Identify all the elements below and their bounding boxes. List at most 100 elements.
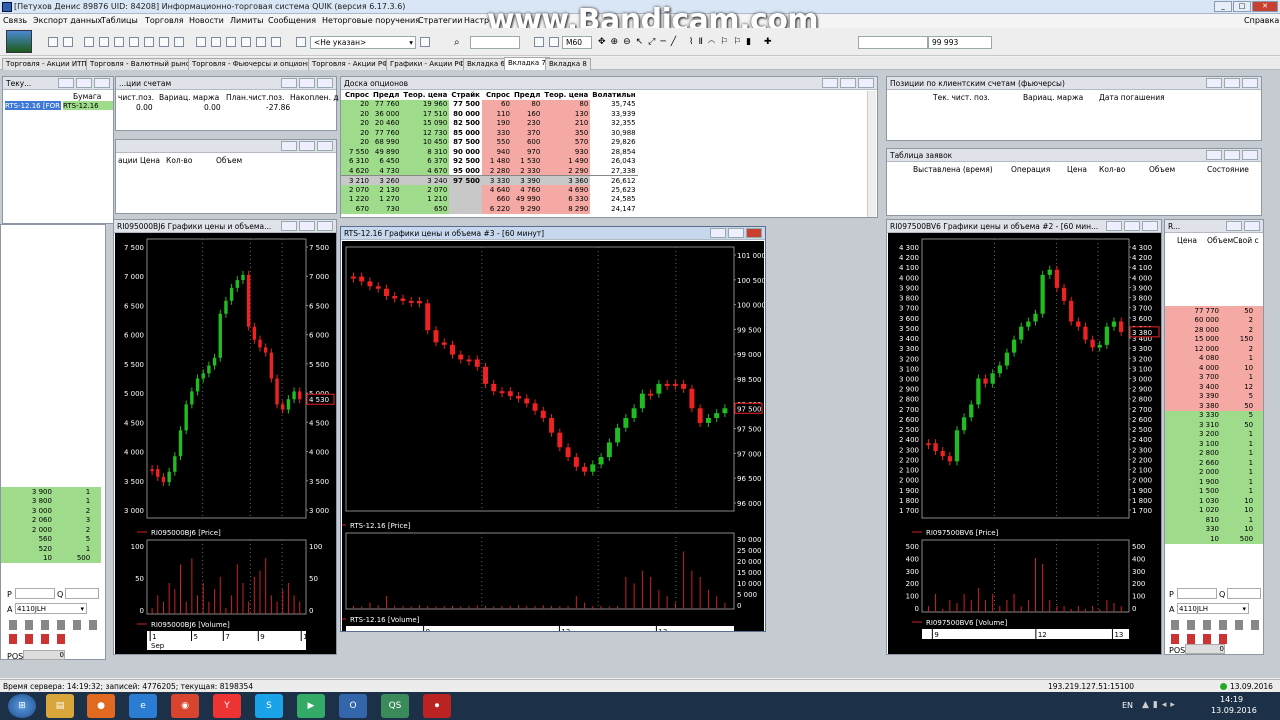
orderbook-row[interactable]: 3 200 1 [1165, 429, 1263, 439]
menu-item[interactable]: Настр [464, 16, 489, 25]
orderbook-row[interactable]: 2 800 1 [1165, 448, 1263, 458]
toolbar-icon[interactable] [241, 37, 251, 47]
search-input[interactable] [470, 36, 520, 49]
opera-icon[interactable]: O [339, 694, 367, 718]
orderbook-row[interactable]: 2 060 3 [1, 515, 101, 525]
toolbar-icon[interactable] [48, 37, 58, 47]
menu-item[interactable]: Стратегии [418, 16, 462, 25]
toolbar-icon[interactable] [99, 37, 109, 47]
explorer-icon[interactable]: ▤ [46, 694, 74, 718]
price-field[interactable] [858, 36, 928, 49]
option-board-panel[interactable]: Доска опционов Спрос Предл Теор. цена Страй… [340, 76, 878, 218]
chart-panel-left[interactable]: RI095000BJ6 Графики цены и объема... 7 5… [113, 219, 337, 655]
internet-explorer-icon[interactable]: e [129, 694, 157, 718]
menu-item[interactable]: Связь [3, 16, 27, 25]
toolbar-icon[interactable] [256, 37, 266, 47]
account-select[interactable]: 4110JLH ▾ [1177, 603, 1249, 614]
orderbook-row[interactable]: 1 900 1 [1165, 477, 1263, 487]
tab[interactable]: Торговля - Акции ИТП [2, 58, 91, 70]
action-buttons[interactable] [9, 620, 99, 630]
interval-combo[interactable]: M60 [562, 36, 592, 49]
orderbook-row[interactable]: 3 310 50 [1165, 420, 1263, 430]
left-orderbook-panel[interactable]: 3 900 1 3 800 1 3 000 2 2 060 3 2 000 2 560 5 520 1 10… [0, 224, 106, 661]
firefox-icon[interactable]: ● [87, 694, 115, 718]
chart-panel-center[interactable]: RTS-12.16 Графики цены и объема #3 - [60… [336, 226, 766, 636]
table-row[interactable]: 20 68 990 10 450 87 500 550 600 570 29,826 [341, 137, 638, 147]
help-menu[interactable]: Справка [1244, 16, 1279, 25]
tab-active[interactable]: Вкладка 7 [504, 57, 550, 70]
table-row[interactable]: 3 210 3 260 3 240 97 500 3 330 3 390 3 360 26,6… [341, 175, 638, 185]
toolbar-icon[interactable] [159, 37, 169, 47]
skype-icon[interactable]: S [255, 694, 283, 718]
toolbar-icon[interactable] [549, 37, 559, 47]
current-positions-panel[interactable]: Теку... Бумага RTS-12.16 [FOR RTS-12.16 [2, 76, 114, 224]
tab[interactable]: Вкладка 6 [463, 58, 509, 70]
toolbar-icon[interactable] [114, 37, 124, 47]
toolbar-icon[interactable] [534, 37, 544, 47]
table-row[interactable]: 20 77 760 12 730 85 000 330 370 350 30,988 [341, 128, 638, 138]
tab[interactable]: Торговля - Фьючерсы и опционы [188, 58, 317, 70]
orderbook-row[interactable]: 4 080 1 [1165, 353, 1263, 363]
tab[interactable]: Вкладка 8 [545, 58, 591, 70]
orderbook-row[interactable]: 3 700 1 [1165, 372, 1263, 382]
buy-sell-icons[interactable] [1171, 634, 1231, 644]
toolbar-icon[interactable] [420, 37, 430, 47]
value-field[interactable]: 99 993 [928, 36, 992, 49]
orderbook-row[interactable]: 15 000 150 [1165, 334, 1263, 344]
tab[interactable]: Торговля - Акции РФ [308, 58, 393, 70]
tray-icons[interactable]: ▲▮◂▸ [1142, 700, 1179, 710]
orderbook-row[interactable]: 520 1 [1, 544, 101, 554]
orderbook-row[interactable]: 12 000 2 [1165, 344, 1263, 354]
orderbook-row[interactable]: 10 500 [1165, 534, 1263, 544]
table-row[interactable]: 2 070 2 130 2 070 4 640 4 760 4 690 25,623 [341, 185, 638, 195]
toolbar-icon[interactable] [174, 37, 184, 47]
toolbar-icon[interactable] [84, 37, 94, 47]
orderbook-row[interactable]: 3 800 1 [1, 496, 101, 506]
orderbook-row[interactable]: 3 900 1 [1, 487, 101, 497]
toolbar-icon[interactable] [296, 37, 306, 47]
quantity-input[interactable] [65, 588, 99, 599]
quantity-input[interactable] [1227, 588, 1261, 599]
menu-item[interactable]: Лимиты [230, 16, 263, 25]
maximize-button[interactable]: □ [1233, 1, 1251, 12]
minimize-button[interactable]: _ [1214, 1, 1232, 12]
orderbook-row[interactable]: 3 100 1 [1165, 439, 1263, 449]
menu-item[interactable]: Таблицы [101, 16, 138, 25]
orderbook-row[interactable]: 560 5 [1, 534, 101, 544]
orderbook-row[interactable]: 10 500 [1, 553, 101, 563]
table-row[interactable]: 7 550 49 890 8 310 90 000 940 970 930 28,854 [341, 147, 638, 157]
menu-item[interactable]: Новости [189, 16, 224, 25]
tab[interactable]: Графики - Акции РФ [386, 58, 469, 70]
orderbook-row[interactable]: 3 000 2 [1, 506, 101, 516]
table-row[interactable]: RTS-12.16 [63, 101, 113, 110]
right-orderbook-panel[interactable]: R... Цена Объем Свой с 77 770 50 60 000 2 28… [1164, 219, 1264, 655]
toolbar-glyphs[interactable]: ✥⊕⊖↖⤢─╱ ⌇Ⅱ⌒⚐⚐▮ ✚ [598, 37, 777, 47]
orderbook-row[interactable]: 2 000 1 [1165, 467, 1263, 477]
orders-table-panel[interactable]: Таблица заявок Выставлена (время) Операц… [886, 148, 1262, 216]
orderbook-row[interactable]: 1 020 10 [1165, 505, 1263, 515]
chart-panel-right[interactable]: RI097500BV6 Графики цены и объема #2 - [… [886, 219, 1162, 655]
menu-item[interactable]: Сообщения [268, 16, 316, 25]
orderbook-row[interactable]: 3 330 5 [1165, 410, 1263, 420]
orderbook-row[interactable]: 3 390 5 [1165, 391, 1263, 401]
quik-taskbar-icon[interactable]: QS [381, 694, 409, 718]
futures-positions-panel[interactable]: Позиции по клиентским счетам (фьючерсы) … [886, 76, 1262, 141]
toolbar-icon[interactable] [271, 37, 281, 47]
scrollbar[interactable] [867, 91, 876, 217]
orderbook-row[interactable]: 2 000 2 [1, 525, 101, 535]
menu-item[interactable]: Торговля [145, 16, 184, 25]
orderbook-row[interactable]: 330 10 [1165, 524, 1263, 534]
table-row[interactable]: 4 620 4 730 4 670 95 000 2 280 2 330 2 290 27,3… [341, 166, 638, 176]
search-icon[interactable]: ⌕ [454, 37, 460, 48]
orderbook-row[interactable]: 810 1 [1165, 515, 1263, 525]
orderbook-row[interactable]: 2 660 1 [1165, 458, 1263, 468]
account-select[interactable]: 4110JLH ▾ [15, 603, 87, 614]
buy-sell-icons[interactable] [9, 634, 69, 644]
toolbar-icon[interactable] [211, 37, 221, 47]
orders-subpanel[interactable]: ации Цена Кол-во Объем [115, 139, 337, 214]
orderbook-row[interactable]: 77 770 50 [1165, 306, 1263, 316]
price-input[interactable] [1177, 588, 1217, 599]
orderbook-row[interactable]: 1 030 10 [1165, 496, 1263, 506]
table-row[interactable]: 6 310 6 450 6 370 92 500 1 480 1 530 1 490 26,0… [341, 156, 638, 166]
chart-area[interactable]: 7 500 7 500 7 000 7 000 6 500 6 500 6 000 6 000… [115, 233, 336, 654]
